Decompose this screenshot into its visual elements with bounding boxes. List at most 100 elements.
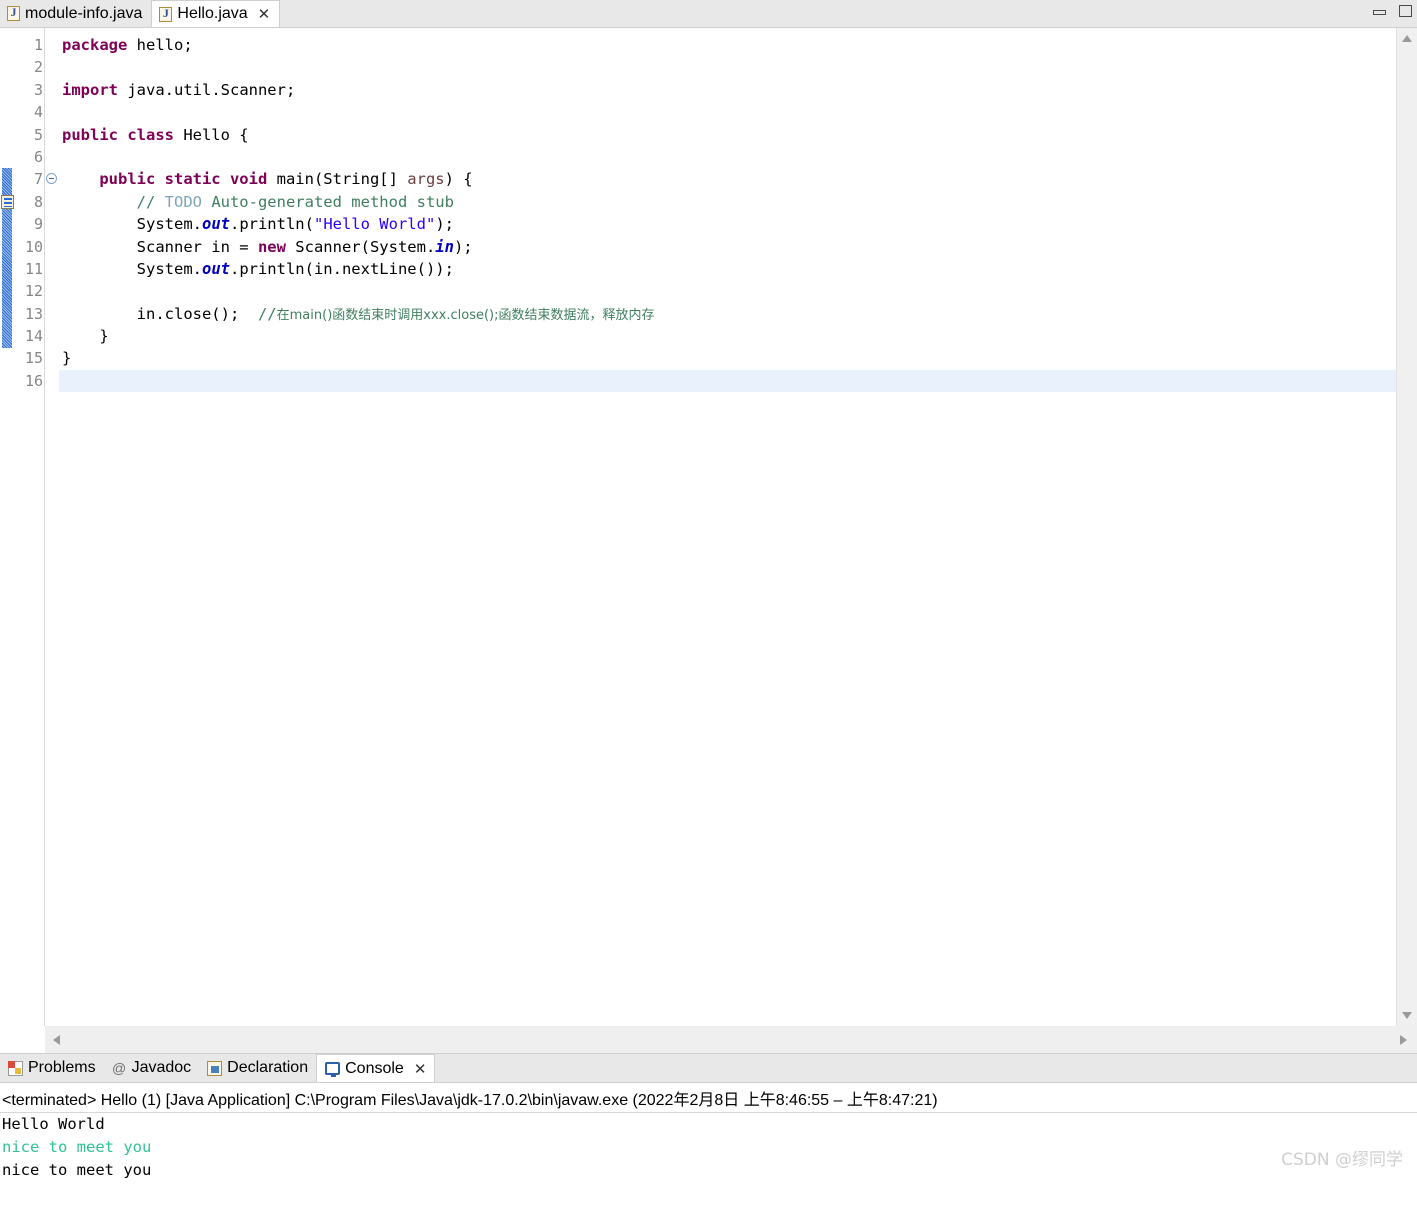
watermark: CSDN @缪同学 bbox=[1281, 1150, 1403, 1170]
minimize-icon[interactable] bbox=[1373, 9, 1386, 15]
scroll-right-icon[interactable] bbox=[1400, 1035, 1407, 1045]
code-line[interactable]: System.out.println("Hello World"); bbox=[59, 213, 1396, 235]
tab-label: Declaration bbox=[227, 1059, 309, 1076]
java-file-icon bbox=[7, 5, 20, 21]
tab-label: Javadoc bbox=[131, 1059, 192, 1076]
code-line[interactable]: } bbox=[59, 347, 1396, 369]
line-number: 4 bbox=[33, 103, 43, 122]
console-output[interactable]: Hello World nice to meet you nice to meet … bbox=[0, 1113, 1417, 1182]
tab-declaration[interactable]: Declaration bbox=[199, 1054, 317, 1082]
code-line[interactable]: System.out.println(in.nextLine()); bbox=[59, 258, 1396, 280]
line-number: 2 bbox=[33, 58, 43, 77]
code-token: hello; bbox=[127, 36, 193, 54]
code-token: } bbox=[62, 327, 109, 346]
line-number: 16 bbox=[24, 371, 43, 390]
line-number: 12 bbox=[24, 282, 43, 301]
code-line[interactable] bbox=[59, 146, 1396, 168]
tab-problems[interactable]: Problems bbox=[0, 1054, 104, 1082]
code-line[interactable]: public static void main(String[] args) { bbox=[59, 168, 1396, 190]
code-token: TODO bbox=[164, 192, 202, 211]
editor-tab-module-info[interactable]: module-info.java bbox=[0, 0, 152, 27]
line-number: 15 bbox=[24, 349, 43, 368]
tab-javadoc[interactable]: @ Javadoc bbox=[103, 1054, 200, 1082]
annotation-ruler[interactable] bbox=[0, 28, 15, 1026]
editor-tab-label: module-info.java bbox=[25, 4, 143, 22]
tab-console[interactable]: Console ✕ bbox=[316, 1054, 436, 1082]
folding-ruler[interactable] bbox=[45, 28, 59, 1026]
line-number: 14 bbox=[24, 327, 43, 346]
editor-horizontal-scrollbar[interactable] bbox=[45, 1026, 1417, 1053]
tab-label: Console bbox=[345, 1059, 404, 1077]
code-token: out bbox=[201, 259, 230, 278]
tab-label: Problems bbox=[28, 1059, 96, 1076]
code-text-area[interactable]: package hello; import java.util.Scanner;… bbox=[59, 28, 1396, 1026]
code-token: java.util.Scanner; bbox=[118, 80, 296, 99]
editor-tab-label: Hello.java bbox=[177, 5, 248, 22]
maximize-icon[interactable] bbox=[1399, 5, 1412, 17]
code-token: // bbox=[257, 304, 277, 323]
editor-tab-bar: module-info.java Hello.java ✕ bbox=[0, 0, 1417, 28]
problems-icon bbox=[8, 1060, 23, 1076]
code-token: .println( bbox=[229, 215, 314, 234]
code-token: out bbox=[201, 215, 230, 234]
code-token: Scanner in = bbox=[62, 237, 258, 256]
editor-area: 1 2 3 4 5 6 7 8 9 10 11 12 13 14 15 16 package hello; i… bbox=[0, 28, 1417, 1026]
line-number-ruler: 1 2 3 4 5 6 7 8 9 10 11 12 13 14 15 16 bbox=[15, 28, 45, 1026]
code-token: package bbox=[62, 36, 128, 54]
code-token: 在main()函数结束时调用xxx.close();函数结束数据流，释放内存 bbox=[276, 307, 655, 323]
console-icon bbox=[325, 1062, 341, 1077]
collapse-icon[interactable] bbox=[46, 173, 57, 185]
console-line: nice to meet you bbox=[2, 1138, 152, 1156]
scroll-left-icon[interactable] bbox=[53, 1035, 60, 1045]
close-icon[interactable]: ✕ bbox=[258, 7, 271, 22]
code-line[interactable] bbox=[59, 280, 1396, 302]
code-token: in bbox=[435, 237, 454, 256]
code-token: // bbox=[136, 192, 165, 211]
code-line[interactable] bbox=[59, 101, 1396, 123]
code-token: System. bbox=[62, 215, 202, 234]
editor-vertical-scrollbar[interactable] bbox=[1396, 28, 1417, 1026]
code-line[interactable]: import java.util.Scanner; bbox=[59, 79, 1396, 101]
code-token: args bbox=[407, 170, 445, 189]
console-line: nice to meet you bbox=[2, 1161, 152, 1179]
bottom-view-panel: Problems @ Javadoc Declaration Console ✕… bbox=[0, 1054, 1417, 1182]
javadoc-icon: @ bbox=[111, 1060, 127, 1076]
scroll-up-icon[interactable] bbox=[1402, 35, 1412, 42]
code-line[interactable]: } bbox=[59, 325, 1396, 347]
declaration-icon bbox=[207, 1060, 223, 1076]
line-number: 13 bbox=[24, 304, 43, 323]
close-icon[interactable]: ✕ bbox=[414, 1060, 427, 1078]
code-line[interactable]: package hello; bbox=[59, 34, 1396, 56]
code-token: import bbox=[62, 80, 118, 99]
code-token: Auto-generated method stub bbox=[201, 192, 454, 211]
todo-marker-icon[interactable] bbox=[1, 194, 14, 209]
code-token: "Hello World" bbox=[313, 215, 436, 234]
editor-tab-hello[interactable]: Hello.java ✕ bbox=[151, 0, 281, 27]
scrollbar-corner bbox=[0, 1026, 45, 1053]
console-launch-header: <terminated> Hello (1) [Java Application… bbox=[0, 1083, 1417, 1113]
code-line[interactable] bbox=[59, 369, 1396, 393]
line-number: 5 bbox=[33, 125, 43, 144]
line-number: 8 bbox=[33, 192, 43, 211]
scroll-down-icon[interactable] bbox=[1402, 1012, 1412, 1019]
code-token: Scanner(System. bbox=[285, 237, 436, 256]
line-number: 6 bbox=[33, 147, 43, 166]
code-line[interactable]: in.close(); //在main()函数结束时调用xxx.close();… bbox=[59, 303, 1396, 325]
code-token: public static void bbox=[99, 170, 268, 189]
code-line[interactable]: Scanner in = new Scanner(System.in); bbox=[59, 236, 1396, 258]
code-token: new bbox=[257, 237, 286, 256]
line-number: 7 bbox=[33, 170, 43, 189]
code-token: in.close(); bbox=[62, 304, 258, 323]
code-line[interactable] bbox=[59, 56, 1396, 78]
code-token: ); bbox=[453, 237, 473, 256]
code-token: main(String[] bbox=[267, 170, 408, 189]
code-token: } bbox=[62, 349, 72, 368]
line-number: 1 bbox=[33, 36, 43, 54]
code-token: Hello { bbox=[173, 125, 249, 144]
code-line[interactable]: // TODO Auto-generated method stub bbox=[59, 191, 1396, 213]
code-line[interactable]: public class Hello { bbox=[59, 124, 1396, 146]
line-number: 11 bbox=[24, 259, 43, 278]
code-token: public class bbox=[62, 125, 174, 144]
